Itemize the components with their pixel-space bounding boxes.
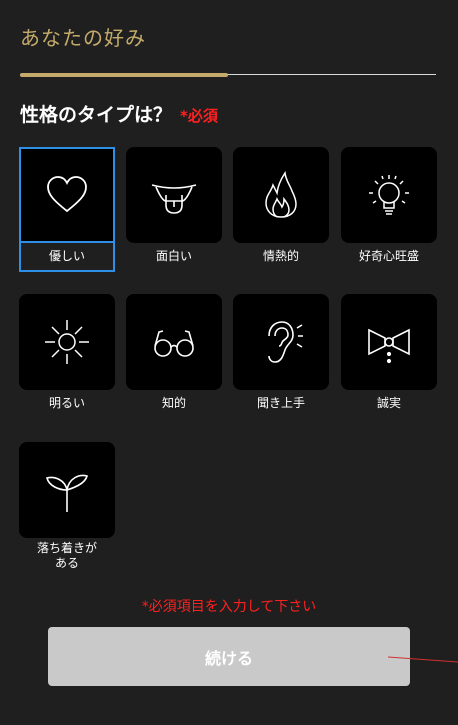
option-label-wrap: 優しい xyxy=(19,243,115,272)
sprout-icon xyxy=(46,474,88,512)
option-tile xyxy=(126,147,222,243)
option-intellectual[interactable]: 知的 xyxy=(126,294,222,417)
option-label: 誠実 xyxy=(376,396,401,410)
option-label: 面白い xyxy=(155,249,192,263)
option-label-wrap: 知的 xyxy=(126,390,222,417)
option-label: 情熱的 xyxy=(262,249,299,263)
option-funny[interactable]: 面白い xyxy=(126,147,222,270)
option-kind[interactable]: 優しい xyxy=(19,147,115,272)
header-title: あなたの好み xyxy=(20,26,146,50)
option-label-wrap: 聞き上手 xyxy=(233,390,329,417)
heart-icon xyxy=(47,176,87,213)
option-label: 優しい xyxy=(48,249,85,263)
glasses-icon xyxy=(154,330,194,357)
option-tile xyxy=(19,147,115,243)
option-tile xyxy=(341,147,437,243)
option-sincere[interactable]: 誠実 xyxy=(341,294,437,417)
ear-icon xyxy=(268,321,303,363)
option-label-wrap: 好奇心旺盛 xyxy=(341,243,437,270)
continue-button[interactable]: 続ける xyxy=(48,627,410,686)
annotation-line xyxy=(388,656,458,663)
option-label: 落ち着きが ある xyxy=(36,541,97,570)
required-mark: *必須 xyxy=(180,107,218,125)
option-curious[interactable]: 好奇心旺盛 xyxy=(341,147,437,270)
progress-fill xyxy=(20,73,228,77)
option-calm[interactable]: 落ち着きが ある xyxy=(19,442,115,574)
bow-tie-icon xyxy=(368,328,410,364)
option-label-wrap: 明るい xyxy=(19,390,115,417)
option-label-wrap: 情熱的 xyxy=(233,243,329,270)
question-text: 性格のタイプは？ xyxy=(20,104,173,126)
option-label-wrap: 落ち着きが ある xyxy=(19,538,115,574)
option-good-listener[interactable]: 聞き上手 xyxy=(233,294,329,417)
option-label-wrap: 面白い xyxy=(126,243,222,270)
option-tile xyxy=(19,294,115,390)
tongue-out-icon xyxy=(151,184,197,214)
option-label-wrap: 誠実 xyxy=(341,390,437,417)
flame-icon xyxy=(265,171,297,218)
option-label: 聞き上手 xyxy=(256,396,305,410)
lightbulb-icon xyxy=(369,175,409,215)
option-tile xyxy=(19,442,115,538)
option-cheerful[interactable]: 明るい xyxy=(19,294,115,417)
option-tile xyxy=(126,294,222,390)
question-heading: 性格のタイプは？ *必須 xyxy=(20,100,218,127)
option-passionate[interactable]: 情熱的 xyxy=(233,147,329,270)
personality-options-grid: 優しい 面白い 情熱的 好奇心旺盛 明るい 知的 聞き上手 誠実 落ち着きが あ… xyxy=(19,147,439,587)
option-label: 明るい xyxy=(48,396,85,410)
error-message: *必須項目を入力して下さい xyxy=(141,599,317,615)
option-tile xyxy=(233,294,329,390)
progress-bar xyxy=(20,73,436,77)
option-tile xyxy=(341,294,437,390)
option-label: 知的 xyxy=(161,396,186,410)
option-tile xyxy=(233,147,329,243)
option-label: 好奇心旺盛 xyxy=(358,249,419,263)
sun-icon xyxy=(45,320,89,364)
